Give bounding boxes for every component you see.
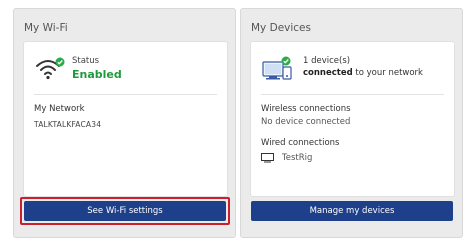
connected-bold: connected	[303, 68, 353, 78]
router-devices-icon	[261, 56, 295, 86]
connected-text: connected to your network	[303, 68, 423, 78]
devices-card: 1 device(s) connected to your network Wi…	[250, 41, 455, 197]
wired-connections-label: Wired connections	[261, 138, 340, 148]
wired-device-name: TestRig	[282, 153, 313, 163]
wired-device-row: TestRig	[261, 152, 312, 164]
wifi-icon	[35, 56, 65, 82]
wireless-connections-label: Wireless connections	[261, 104, 351, 114]
status-label: Status	[72, 56, 100, 66]
status-value: Enabled	[72, 68, 122, 81]
my-devices-panel: My Devices 1 device(s) connected to your…	[240, 8, 463, 238]
my-wifi-panel: My Wi-Fi Status Enabled My Network TALKT…	[13, 8, 236, 238]
check-badge-icon	[281, 56, 291, 66]
see-wifi-settings-button[interactable]: See Wi-Fi settings	[24, 201, 226, 221]
divider	[261, 94, 444, 95]
check-badge-icon	[55, 57, 65, 67]
network-name: TALKTALKFACA34	[34, 120, 102, 129]
divider	[34, 94, 217, 95]
network-label: My Network	[34, 104, 85, 114]
manage-my-devices-button[interactable]: Manage my devices	[251, 201, 453, 221]
connected-rest: to your network	[352, 68, 423, 78]
device-count: 1 device(s)	[303, 56, 351, 66]
wifi-card: Status Enabled My Network TALKTALKFACA34	[23, 41, 228, 197]
wireless-connections-value: No device connected	[261, 117, 351, 127]
my-devices-title: My Devices	[251, 22, 311, 34]
my-wifi-title: My Wi-Fi	[24, 22, 68, 34]
monitor-icon	[261, 153, 274, 163]
